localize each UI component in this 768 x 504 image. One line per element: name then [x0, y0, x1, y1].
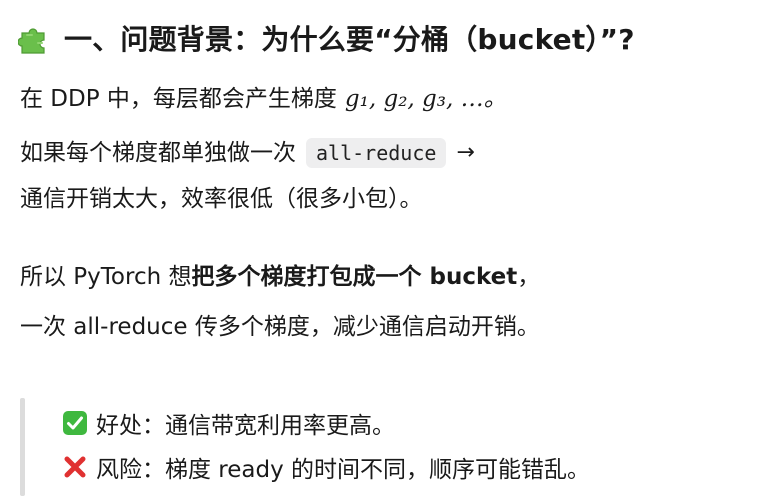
cross-mark-icon	[62, 454, 88, 480]
paragraph2-line2: 一次 all-reduce 传多个梯度，减少通信启动开销。	[20, 316, 540, 339]
paragraph1-line3: 通信开销太大，效率很低（很多小包）。	[20, 188, 423, 211]
paragraph1-line2: 如果每个梯度都单独做一次 all-reduce →	[20, 138, 475, 168]
line-text: 在 DDP 中，每层都会产生梯度	[20, 86, 337, 112]
puzzle-piece-icon	[17, 21, 52, 55]
line-text: 一次 all-reduce 传多个梯度，减少通信启动开销。	[20, 314, 540, 340]
inline-code-all-reduce: all-reduce	[306, 138, 447, 168]
document: 一、问题背景：为什么要“分桶（bucket）”? 在 DDP 中，每层都会产生梯…	[0, 0, 768, 504]
math-gradients: g₁, g₂, g₃, …。	[344, 86, 507, 112]
line-text: 通信开销太大，效率很低（很多小包）。	[20, 186, 423, 212]
check-mark-icon	[62, 410, 88, 436]
line-suffix: ，	[517, 264, 541, 290]
section-heading: 一、问题背景：为什么要“分桶（bucket）”?	[17, 18, 635, 58]
pro-text: 好处：通信带宽利用率更高。	[96, 413, 395, 439]
line-text: 如果每个梯度都单独做一次	[20, 139, 296, 166]
bold-emphasis: 把多个梯度打包成一个 bucket	[191, 264, 518, 290]
con-line: 风险：梯度 ready 的时间不同，顺序可能错乱。	[62, 450, 590, 484]
blockquote: 好处：通信带宽利用率更高。 风险：梯度 ready 的时间不同，顺序可能错乱。	[20, 398, 750, 496]
paragraph1-line1: 在 DDP 中，每层都会产生梯度 g₁, g₂, g₃, …。	[20, 88, 507, 111]
line-prefix: 所以 PyTorch 想	[20, 264, 192, 290]
pro-line: 好处：通信带宽利用率更高。	[62, 406, 395, 440]
right-arrow-icon: →	[456, 140, 475, 165]
heading-text: 一、问题背景：为什么要“分桶（bucket）”?	[64, 23, 635, 56]
paragraph2-line1: 所以 PyTorch 想 把多个梯度打包成一个 bucket ，	[20, 266, 540, 289]
blockquote-bar	[20, 398, 25, 496]
con-text: 风险：梯度 ready 的时间不同，顺序可能错乱。	[96, 457, 591, 483]
